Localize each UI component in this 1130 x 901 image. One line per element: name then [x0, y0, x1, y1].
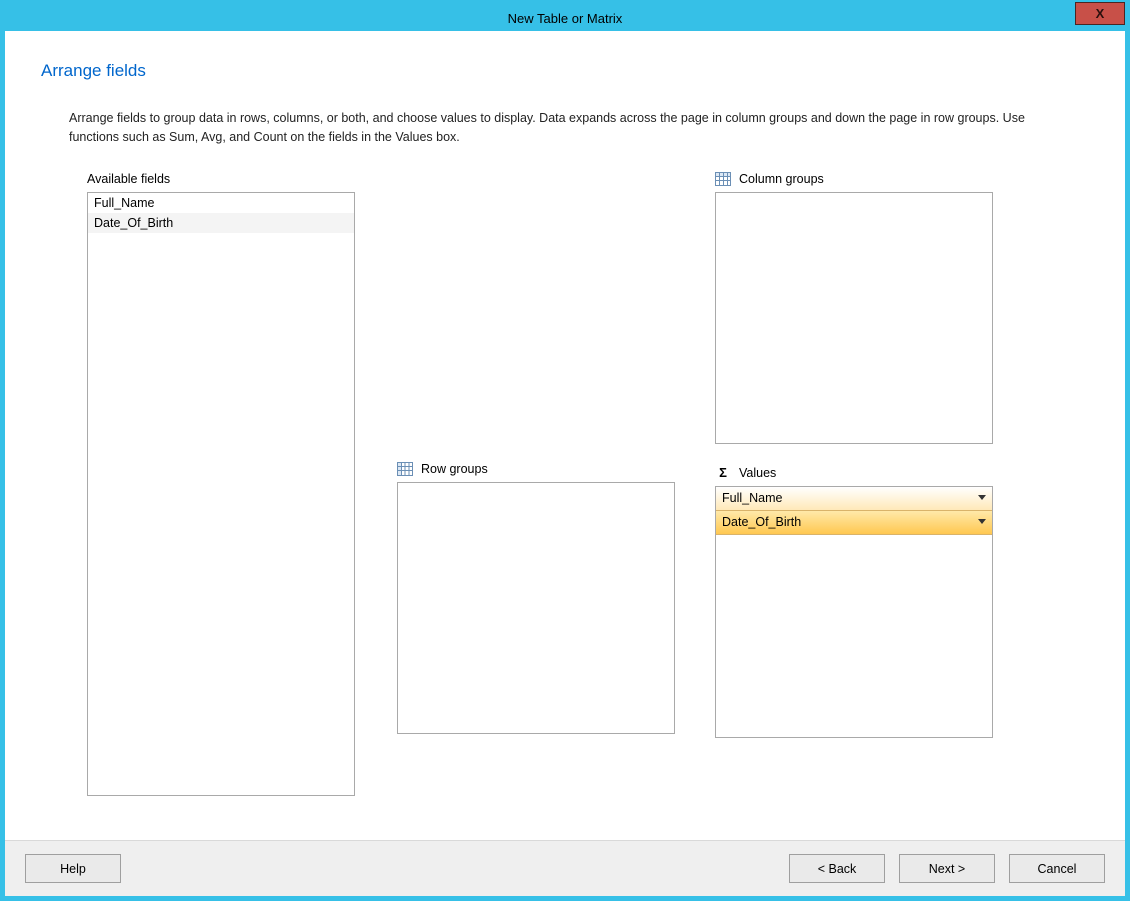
available-fields-label: Available fields: [87, 170, 357, 188]
right-column: Column groups Σ Values Full_Name: [715, 170, 993, 796]
values-label: Values: [739, 466, 776, 480]
column-groups-label-row: Column groups: [715, 170, 993, 188]
close-icon: X: [1096, 6, 1105, 21]
row-groups-label: Row groups: [421, 462, 488, 476]
dialog-footer: Help < Back Next > Cancel: [5, 840, 1125, 896]
value-item-label: Full_Name: [722, 491, 782, 505]
cancel-button[interactable]: Cancel: [1009, 854, 1105, 883]
available-fields-list[interactable]: Full_Name Date_Of_Birth: [87, 192, 355, 796]
client-area: Arrange fields Arrange fields to group d…: [5, 31, 1125, 896]
column-groups-label: Column groups: [739, 172, 824, 186]
available-field-item[interactable]: Date_Of_Birth: [88, 213, 354, 233]
help-button[interactable]: Help: [25, 854, 121, 883]
value-item[interactable]: Full_Name: [716, 487, 992, 511]
next-button[interactable]: Next >: [899, 854, 995, 883]
chevron-down-icon[interactable]: [978, 495, 986, 500]
values-label-row: Σ Values: [715, 464, 993, 482]
middle-column: Row groups: [397, 170, 675, 796]
available-field-item[interactable]: Full_Name: [88, 193, 354, 213]
value-item-label: Date_Of_Birth: [722, 515, 801, 529]
column-groups-list[interactable]: [715, 192, 993, 444]
sigma-icon: Σ: [715, 465, 731, 480]
available-fields-section: Available fields Full_Name Date_Of_Birth: [87, 170, 357, 796]
content-area: Arrange fields Arrange fields to group d…: [5, 31, 1125, 796]
chevron-down-icon[interactable]: [978, 519, 986, 524]
value-item[interactable]: Date_Of_Birth: [716, 511, 992, 535]
close-button[interactable]: X: [1075, 2, 1125, 25]
title-bar: New Table or Matrix X: [5, 5, 1125, 31]
row-groups-label-row: Row groups: [397, 460, 675, 478]
column-groups-icon: [715, 172, 731, 186]
row-groups-icon: [397, 462, 413, 476]
fields-grid: Available fields Full_Name Date_Of_Birth: [87, 170, 1095, 796]
back-button[interactable]: < Back: [789, 854, 885, 883]
window-title: New Table or Matrix: [508, 11, 623, 26]
page-description: Arrange fields to group data in rows, co…: [69, 109, 1061, 148]
page-heading: Arrange fields: [41, 61, 1095, 81]
values-list[interactable]: Full_Name Date_Of_Birth: [715, 486, 993, 738]
dialog-window: New Table or Matrix X Arrange fields Arr…: [0, 0, 1130, 901]
row-groups-list[interactable]: [397, 482, 675, 734]
